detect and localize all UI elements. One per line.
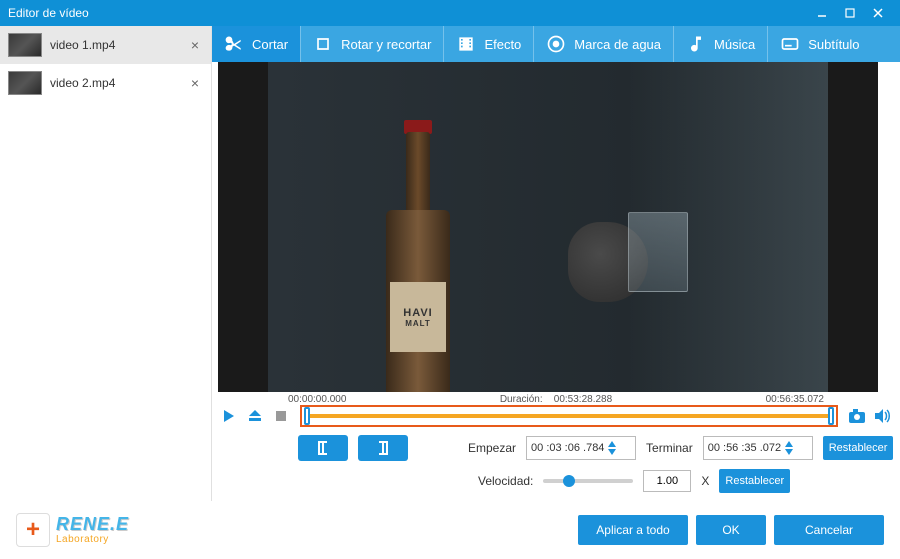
reset-speed-button[interactable]: Restablecer (719, 469, 790, 493)
speed-suffix: X (701, 474, 709, 488)
speed-input[interactable] (643, 470, 691, 492)
video-name: video 2.mp4 (50, 76, 187, 90)
tab-rotate-label: Rotar y recortar (341, 37, 431, 52)
brand-name: RENE.E (56, 515, 129, 535)
tab-effect[interactable]: Efecto (444, 26, 533, 62)
tab-subtitle-label: Subtítulo (808, 37, 859, 52)
bottle-label: HAVI MALT (390, 282, 446, 352)
play-button[interactable] (218, 405, 240, 427)
window-title: Editor de vídeo (8, 6, 89, 20)
logo-badge-icon: + (16, 513, 50, 547)
tab-music[interactable]: Música (674, 26, 767, 62)
end-label: Terminar (646, 441, 693, 455)
end-time-up[interactable] (784, 440, 794, 448)
titlebar: Editor de vídeo (0, 0, 900, 26)
cancel-button[interactable]: Cancelar (774, 515, 884, 545)
start-time-up[interactable] (607, 440, 617, 448)
tab-rotate[interactable]: Rotar y recortar (301, 26, 443, 62)
sidebar-item[interactable]: video 2.mp4 × (0, 64, 211, 102)
volume-button[interactable] (872, 405, 894, 427)
timeline-start-time: 00:00:00.000 (288, 394, 346, 405)
speed-slider-thumb[interactable] (563, 475, 575, 487)
start-label: Empezar (468, 441, 516, 455)
tab-effect-label: Efecto (484, 37, 521, 52)
sidebar-item[interactable]: video 1.mp4 × (0, 26, 211, 64)
remove-video-icon[interactable]: × (187, 37, 203, 53)
preview-area: HAVI MALT 00:00:00.000 Duración: 00:53:2… (212, 62, 900, 501)
start-time-down[interactable] (607, 448, 617, 456)
scissors-icon (224, 34, 244, 54)
range-handle-end[interactable] (828, 407, 834, 425)
video-name: video 1.mp4 (50, 38, 187, 52)
speed-label: Velocidad: (478, 474, 533, 488)
set-start-bracket-button[interactable] (298, 435, 348, 461)
range-handle-start[interactable] (304, 407, 310, 425)
video-thumbnail (8, 33, 42, 57)
toolbar: Cortar Rotar y recortar Efecto Marca de … (212, 26, 900, 62)
ok-button[interactable]: OK (696, 515, 766, 545)
snapshot-button[interactable] (846, 405, 868, 427)
speed-slider[interactable] (543, 479, 633, 483)
set-end-bracket-button[interactable] (358, 435, 408, 461)
close-button[interactable] (864, 4, 892, 22)
start-time-input[interactable]: 00 :03 :06 .784 (526, 436, 636, 460)
timeline-range[interactable] (300, 405, 838, 427)
brand-subtitle: Laboratory (56, 534, 129, 545)
reset-times-button[interactable]: Restablecer (823, 436, 894, 460)
tab-watermark-label: Marca de agua (574, 37, 661, 52)
music-note-icon (686, 34, 706, 54)
tab-music-label: Música (714, 37, 755, 52)
sidebar: video 1.mp4 × video 2.mp4 × (0, 26, 212, 501)
tab-subtitle[interactable]: Subtítulo (768, 26, 871, 62)
tab-cut[interactable]: Cortar (212, 26, 300, 62)
minimize-button[interactable] (808, 4, 836, 22)
brand-logo: + RENE.E Laboratory (16, 513, 129, 547)
stop-button[interactable] (270, 405, 292, 427)
tab-cut-label: Cortar (252, 37, 288, 52)
timeline-end-time: 00:56:35.072 (766, 394, 824, 405)
apply-all-button[interactable]: Aplicar a todo (578, 515, 688, 545)
footer: + RENE.E Laboratory Aplicar a todo OK Ca… (0, 501, 900, 559)
watermark-icon (546, 34, 566, 54)
subtitle-icon (780, 34, 800, 54)
video-preview[interactable]: HAVI MALT (218, 62, 878, 392)
film-icon (456, 34, 476, 54)
video-thumbnail (8, 71, 42, 95)
timeline-times: 00:00:00.000 Duración: 00:53:28.288 00:5… (218, 394, 894, 405)
duration-label: Duración: (500, 394, 543, 405)
export-frame-button[interactable] (244, 405, 266, 427)
duration-value: 00:53:28.288 (554, 394, 612, 405)
end-time-input[interactable]: 00 :56 :35 .072 (703, 436, 813, 460)
remove-video-icon[interactable]: × (187, 75, 203, 91)
maximize-button[interactable] (836, 4, 864, 22)
crop-rotate-icon (313, 34, 333, 54)
tab-watermark[interactable]: Marca de agua (534, 26, 673, 62)
end-time-down[interactable] (784, 448, 794, 456)
